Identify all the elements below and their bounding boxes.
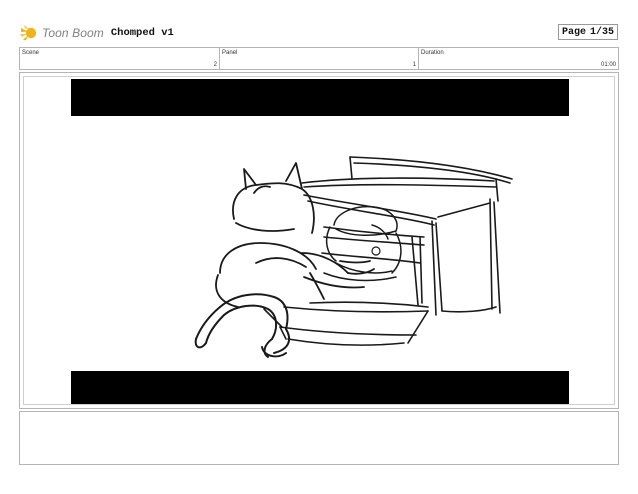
brand-logo: Toon Boom Chomped v1 (20, 22, 174, 44)
page-label: Page (562, 26, 587, 38)
page-header: Toon Boom Chomped v1 Page 1/35 (20, 22, 618, 44)
panel-image-area (23, 76, 615, 405)
scene-value: 2 (213, 62, 217, 68)
page-indicator: Page 1/35 (558, 24, 618, 40)
project-title: Chomped v1 (110, 27, 174, 39)
duration-value: 01:00 (600, 62, 616, 68)
toon-boom-sun-logo-icon (20, 25, 37, 41)
duration-cell: Duration 01:00 (419, 48, 618, 69)
brand-name: Toon Boom (42, 26, 104, 40)
panel-info-bar: Scene 2 Panel 1 Duration 01:00 (19, 47, 619, 70)
storyboard-panel (19, 72, 619, 409)
panel-label: Panel (222, 50, 238, 56)
sketch-drawing (194, 156, 513, 358)
panel-value: 1 (412, 62, 416, 68)
duration-label: Duration (421, 50, 444, 56)
panel-cell: Panel 1 (220, 48, 419, 69)
scene-label: Scene (22, 50, 40, 56)
page-number: 1/35 (589, 26, 614, 38)
scene-cell: Scene 2 (20, 48, 220, 69)
panel-notes-area (19, 411, 619, 465)
